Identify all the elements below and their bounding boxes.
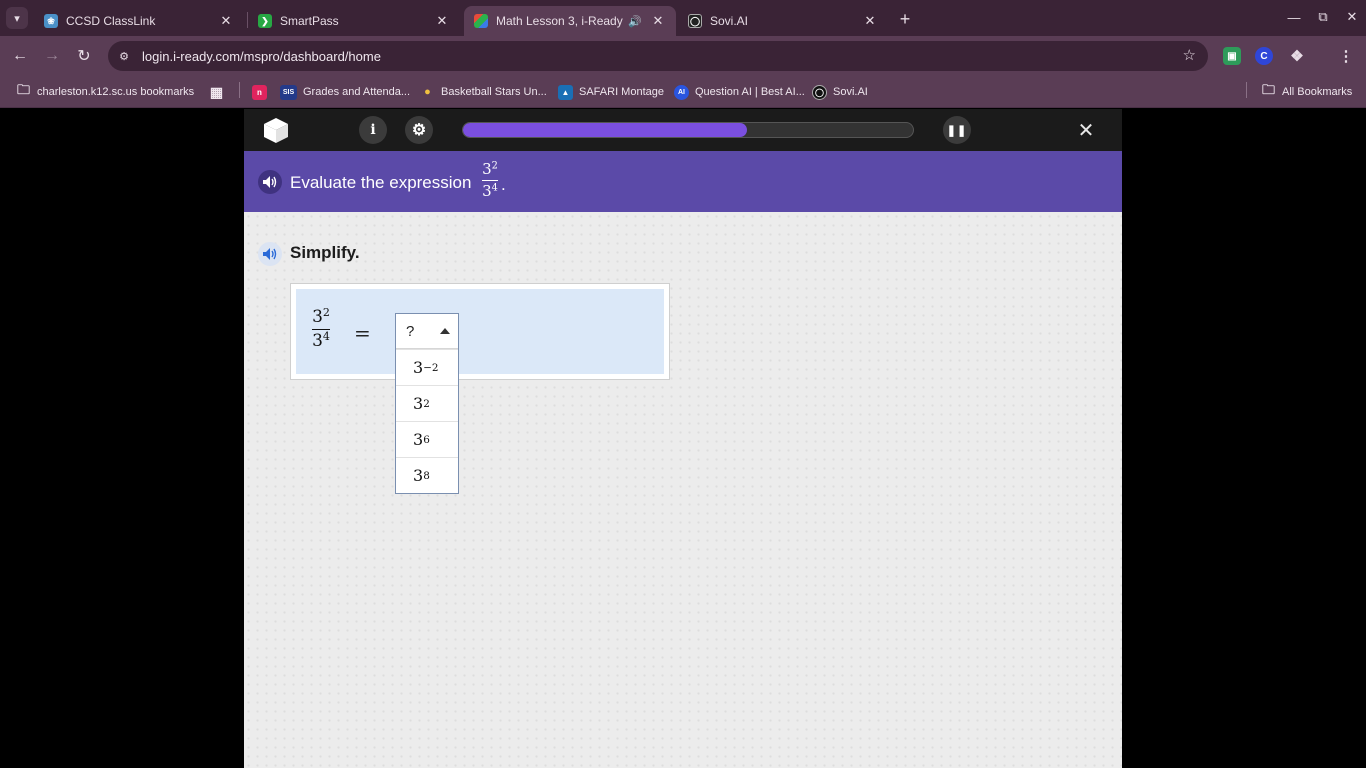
basketball-icon: ● — [424, 86, 431, 98]
reload-icon[interactable]: ↻ — [73, 45, 95, 67]
speaker-icon[interactable] — [258, 170, 282, 194]
extension-photo-icon[interactable]: ▣ — [1223, 47, 1241, 65]
bookmark-n[interactable]: n — [252, 82, 273, 102]
apps-grid-icon[interactable]: ▦ — [209, 82, 230, 102]
close-icon[interactable]: ✕ — [434, 13, 450, 29]
site-info-icon[interactable]: ⚙ — [114, 46, 134, 66]
dropdown-option[interactable]: 36 — [396, 421, 458, 457]
prompt-period: . — [501, 175, 506, 194]
n-logo-icon: n — [252, 84, 267, 100]
browser-toolbar: ← → ↻ ⚙ login.i-ready.com/mspro/dashboar… — [0, 36, 1366, 76]
close-lesson-icon[interactable]: ✕ — [1074, 118, 1098, 142]
lesson-progress-bar — [462, 122, 914, 138]
bookmark-basketball[interactable]: ● Basketball Stars Un... — [420, 82, 547, 102]
lesson-app: i ⚙ ❚❚ ✕ Evaluate the expression 32 34 .… — [244, 109, 1122, 768]
address-url[interactable]: login.i-ready.com/mspro/dashboard/home — [142, 49, 381, 64]
bookmarks-bar: 🗀 charleston.k12.sc.us bookmarks ▦ n SIS… — [0, 76, 1366, 108]
tab-search-chevron-icon[interactable]: ▾ — [6, 7, 28, 29]
bookmark-question-ai[interactable]: AI Question AI | Best AI... — [674, 82, 805, 102]
dropdown-option[interactable]: 38 — [396, 457, 458, 493]
menu-kebab-icon[interactable]: ⋮ — [1337, 47, 1355, 65]
close-icon[interactable]: ✕ — [650, 13, 666, 29]
smartpass-icon: ❯ — [258, 14, 272, 28]
bookmark-all-bookmarks[interactable]: 🗀 All Bookmarks — [1261, 82, 1352, 102]
sis-icon: SIS — [280, 84, 297, 100]
question-prompt-bar: Evaluate the expression 32 34 . — [244, 151, 1122, 212]
new-tab-plus-icon[interactable]: + — [894, 8, 916, 30]
folder-icon: 🗀 — [16, 82, 30, 97]
dropdown-selected-value: ? — [406, 322, 415, 340]
extensions-puzzle-icon[interactable]: ❖ — [1288, 47, 1306, 65]
safari-montage-icon: ▲ — [558, 84, 573, 100]
tab-smartpass[interactable]: ❯ SmartPass ✕ — [248, 6, 460, 36]
window-close-icon[interactable]: ✕ — [1341, 6, 1363, 28]
answer-area: 32 34 = — [296, 289, 664, 374]
answer-dropdown[interactable]: ? 3 −2 32 36 38 — [395, 313, 459, 494]
folder-icon: 🗀 — [1261, 82, 1275, 97]
tab-sovi-ai[interactable]: ◯ Sovi.AI ✕ — [678, 6, 888, 36]
answer-card: 32 34 = — [290, 283, 670, 380]
audio-playing-icon[interactable]: 🔊 — [628, 15, 642, 28]
back-arrow-icon[interactable]: ← — [9, 45, 31, 67]
progress-fill — [463, 123, 747, 137]
bookmark-divider — [239, 82, 240, 98]
dropdown-option[interactable]: 3 −2 — [396, 349, 458, 385]
bookmark-safari[interactable]: ▲ SAFARI Montage — [558, 82, 664, 102]
forward-arrow-icon[interactable]: → — [41, 45, 63, 67]
restore-icon[interactable]: ⧉ — [1312, 6, 1334, 28]
settings-gear-icon[interactable]: ⚙ — [405, 116, 433, 144]
cube-logo-icon — [264, 118, 288, 143]
tab-iready-lesson[interactable]: Math Lesson 3, i-Ready 🔊 ✕ — [464, 6, 676, 36]
bookmark-star-icon[interactable]: ☆ — [1183, 46, 1196, 64]
bookmark-folder-charleston[interactable]: 🗀 charleston.k12.sc.us bookmarks — [16, 82, 194, 102]
lesson-topbar: i ⚙ ❚❚ ✕ — [244, 109, 1122, 151]
bookmark-sovi[interactable]: ◯ Sovi.AI — [812, 82, 868, 102]
question-ai-icon: AI — [674, 84, 689, 100]
bookmark-divider — [1246, 82, 1247, 98]
dropdown-toggle[interactable]: ? — [396, 314, 458, 349]
grid-icon: ▦ — [209, 83, 224, 100]
extension-c-icon[interactable]: C — [1255, 47, 1273, 65]
pause-icon[interactable]: ❚❚ — [943, 116, 971, 144]
close-icon[interactable]: ✕ — [218, 13, 234, 29]
info-button[interactable]: i — [359, 116, 387, 144]
sovi-icon: ◯ — [688, 14, 702, 28]
caret-up-icon — [440, 328, 450, 334]
prompt-fraction: 32 34 — [482, 160, 498, 200]
bookmark-grades[interactable]: SIS Grades and Attenda... — [280, 82, 410, 102]
address-bar[interactable]: ⚙ login.i-ready.com/mspro/dashboard/home… — [108, 41, 1208, 71]
tab-strip: ▾ ❀ CCSD ClassLink ✕ ❯ SmartPass ✕ Math … — [0, 0, 1366, 36]
tab-ccsd-classlink[interactable]: ❀ CCSD ClassLink ✕ — [34, 6, 244, 36]
prompt-text: Evaluate the expression — [290, 173, 472, 192]
close-icon[interactable]: ✕ — [862, 13, 878, 29]
equation-fraction: 32 34 — [312, 305, 330, 351]
equals-sign: = — [354, 321, 371, 345]
instruction-text: Simplify. — [290, 243, 360, 262]
minimize-icon[interactable]: — — [1283, 6, 1305, 28]
iready-icon — [474, 14, 488, 28]
classlink-icon: ❀ — [44, 14, 58, 28]
speaker-icon[interactable] — [258, 242, 282, 266]
sovi-icon: ◯ — [812, 84, 827, 100]
dropdown-option[interactable]: 32 — [396, 385, 458, 421]
